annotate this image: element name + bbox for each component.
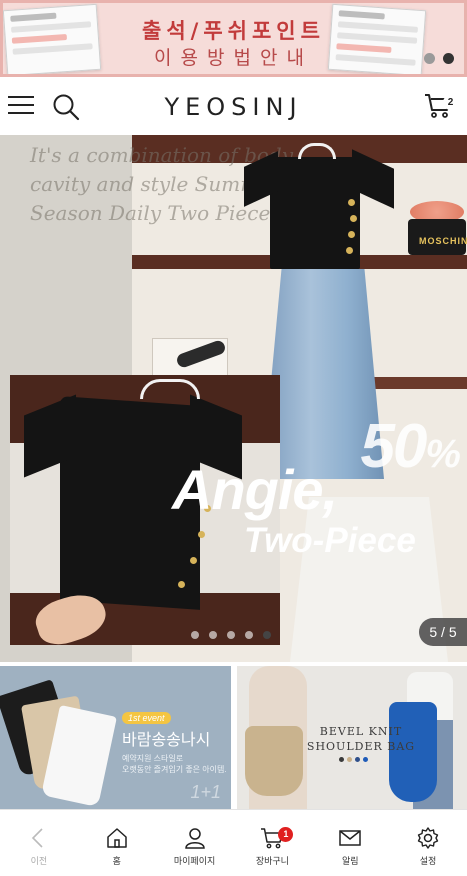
mail-icon [339,830,361,846]
promo-subtitle: 이용방법안내 [154,47,313,69]
hero-slider[interactable]: It's a combination of body, cavity and s… [0,135,467,662]
promo-title: 출석/푸쉬포인트 [142,19,325,43]
slider-dot[interactable] [227,631,235,639]
hero-headline: Angie, [172,458,338,521]
nav-label: 이전 [30,857,48,867]
nav-settings[interactable]: 설정 [389,810,467,876]
nav-label: 알림 [341,857,359,867]
user-icon [184,828,205,849]
event-badge: 1st event [122,712,171,724]
slider-dot[interactable] [191,631,199,639]
slider-dot-active[interactable] [263,631,271,639]
site-logo[interactable]: YEOSINJ [0,93,467,121]
back-arrow-icon [31,828,43,848]
nav-cart[interactable]: 1 장바구니 [233,810,311,876]
nav-notifications[interactable]: 알림 [311,810,389,876]
slide-counter: 5 / 5 [419,618,467,646]
bottom-navigation: 이전 홈 마이페이지 1 장바구니 알림 설정 [0,809,467,876]
product-banner-knit-bag[interactable]: BEVEL KNIT SHOULDER BAG [237,666,467,809]
nav-back[interactable]: 이전 [0,810,78,876]
nav-mypage[interactable]: 마이페이지 [156,810,234,876]
cart-count-badge: 2 [443,95,458,110]
promo-dot-active[interactable] [443,53,454,64]
gear-icon [417,827,439,849]
nav-label: 설정 [419,857,437,867]
nav-label: 마이페이지 [173,857,216,867]
promo-dot[interactable] [424,53,435,64]
slider-dot[interactable] [209,631,217,639]
color-swatches [339,757,368,762]
event-footer-text: 1+1 [190,782,221,802]
home-icon [106,828,127,848]
hero-subheadline: Two-Piece [244,521,416,560]
banner-title: BEVEL KNIT SHOULDER BAG [306,725,416,753]
event-title: 바람송송나시 [122,730,211,749]
sale-percentage: 50% [360,412,461,481]
cart-badge: 1 [278,827,294,842]
event-banner-sleeveless[interactable]: 1st event 바람송송나시 예약지원 스타일로 오랫동안 즐겨입기 좋은 … [0,666,231,809]
bag-brand-text: MOSCHINO [419,236,467,246]
nav-label: 홈 [112,857,121,867]
nav-label: 장바구니 [255,857,289,867]
nav-home[interactable]: 홈 [78,810,156,876]
promo-pagination [424,53,454,64]
slider-dot[interactable] [245,631,253,639]
knit-bag-image [245,726,303,796]
slider-pagination [191,631,271,639]
top-header: YEOSINJ [0,77,467,135]
promo-banner[interactable]: 출석/푸쉬포인트 이용방법안내 [0,0,467,77]
event-description: 예약지원 스타일로 오랫동안 즐겨입기 좋은 아이템. [122,754,227,774]
